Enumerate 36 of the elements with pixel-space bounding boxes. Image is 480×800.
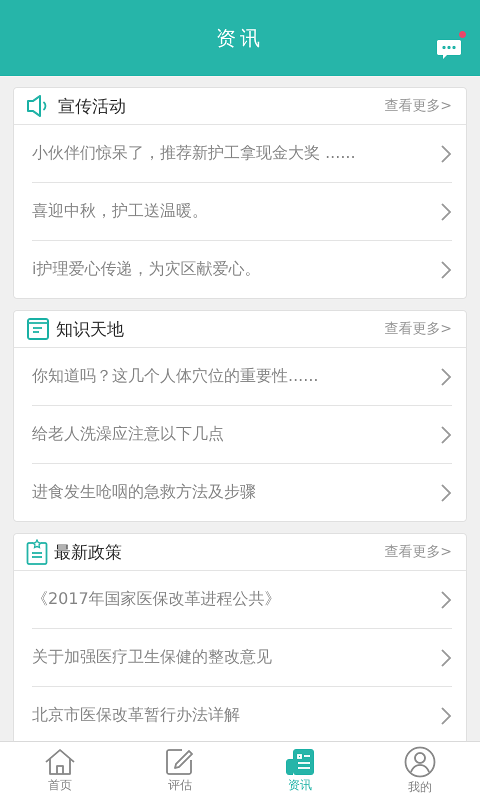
- section-title: 最新政策: [54, 542, 123, 564]
- clipboard-icon: [26, 539, 48, 565]
- tab[interactable]: 评估: [120, 742, 240, 800]
- newspaper-icon: [285, 748, 315, 776]
- see-more-link[interactable]: 查看更多>: [384, 543, 452, 561]
- chevron-right-icon: [440, 482, 452, 502]
- chevron-right-icon: [440, 260, 452, 280]
- news-item[interactable]: 小伙伴们惊呆了，推荐新护工拿现金大奖 ......: [32, 125, 452, 183]
- news-item[interactable]: 关于加强医疗卫生保健的整改意见: [32, 629, 452, 687]
- chevron-right-icon: [440, 366, 452, 386]
- tab[interactable]: 首页: [0, 742, 120, 800]
- chevron-right-icon: [440, 590, 452, 610]
- message-button[interactable]: [434, 34, 464, 62]
- news-item[interactable]: 进食发生呛咽的急救方法及步骤: [32, 464, 452, 521]
- tab[interactable]: 我的: [360, 742, 480, 800]
- see-more-link[interactable]: 查看更多>: [384, 320, 452, 338]
- section-title: 知识天地: [56, 318, 125, 340]
- section-title: 宣传活动: [58, 96, 127, 118]
- news-item[interactable]: 给老人洗澡应注意以下几点: [32, 406, 452, 464]
- chevron-right-icon: [440, 424, 452, 444]
- see-more-link[interactable]: 查看更多>: [384, 97, 452, 115]
- document-icon: [26, 317, 50, 341]
- news-item[interactable]: 你知道吗？这几个人体穴位的重要性......: [32, 348, 452, 406]
- chevron-right-icon: [440, 706, 452, 726]
- tab[interactable]: 资讯: [240, 742, 360, 800]
- news-item[interactable]: 《2017年国家医保改革进程公共》: [32, 571, 452, 629]
- page-title: 资讯: [216, 24, 264, 52]
- user-icon: [404, 746, 436, 778]
- pencil-icon: [165, 748, 195, 776]
- home-icon: [44, 748, 76, 776]
- chevron-right-icon: [440, 648, 452, 668]
- news-item[interactable]: i护理爱心传递，为灾区献爱心。: [32, 241, 452, 298]
- news-item[interactable]: 喜迎中秋，护工送温暖。: [32, 183, 452, 241]
- chevron-right-icon: [440, 144, 452, 164]
- news-item[interactable]: 北京市医保改革暂行办法详解: [32, 687, 452, 741]
- chevron-right-icon: [440, 202, 452, 222]
